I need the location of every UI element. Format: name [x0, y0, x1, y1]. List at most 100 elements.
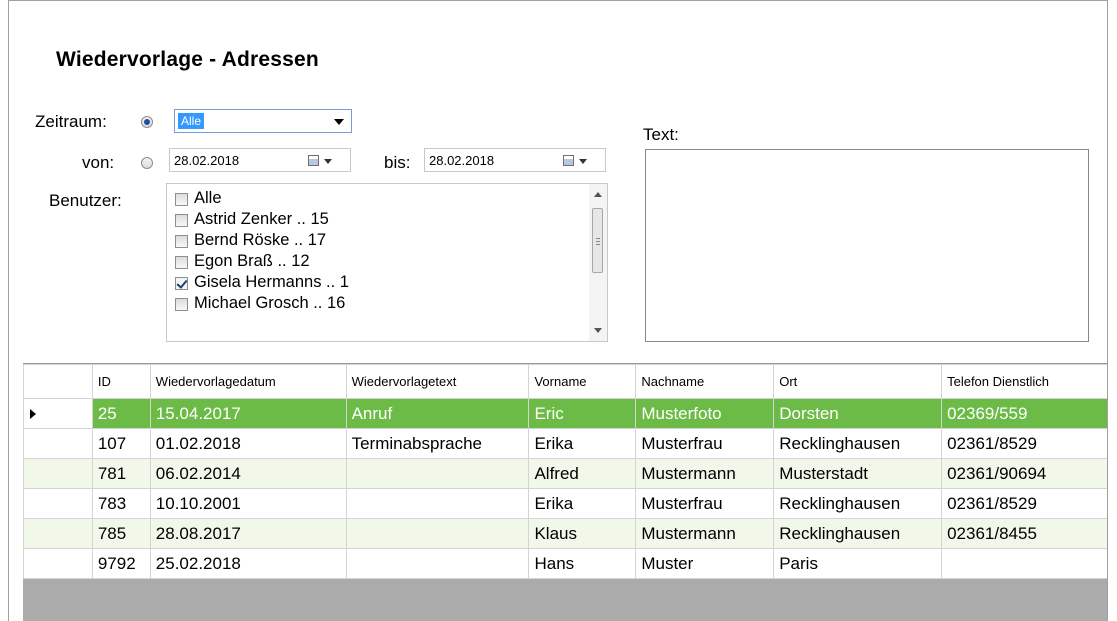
cell-vorname[interactable]: Erika	[528, 428, 637, 459]
column-header-id[interactable]: ID	[91, 364, 151, 399]
cell-vorname[interactable]: Klaus	[528, 518, 637, 549]
cell-telefon[interactable]: 02361/8529	[941, 428, 1107, 459]
cell-ort[interactable]: Recklinghausen	[773, 428, 943, 459]
zeitraum-dropdown[interactable]: Alle	[174, 109, 352, 133]
dropdown-arrow-icon	[324, 159, 332, 164]
cell-telefon[interactable]: 02361/8455	[941, 518, 1107, 549]
row-header[interactable]	[23, 428, 93, 459]
cell-ort[interactable]: Recklinghausen	[773, 488, 943, 519]
cell-id[interactable]: 9792	[91, 548, 151, 579]
cell-nachname[interactable]: Musterfrau	[635, 488, 775, 519]
grip-line	[596, 238, 600, 239]
zeitraum-selected-value: Alle	[178, 113, 205, 129]
table-row[interactable]: 107 01.02.2018 Terminabsprache Erika Mus…	[23, 428, 1107, 459]
user-item-label: Alle	[194, 189, 222, 207]
results-grid[interactable]: ID Wiedervorlagedatum Wiedervorlagetext …	[23, 363, 1107, 621]
von-radio[interactable]	[141, 157, 153, 169]
checkbox-checked[interactable]	[175, 277, 188, 290]
cell-text[interactable]	[345, 458, 530, 489]
cell-vorname[interactable]: Alfred	[528, 458, 637, 489]
table-row[interactable]: 9792 25.02.2018 Hans Muster Paris	[23, 548, 1107, 579]
benutzer-label: Benutzer:	[49, 191, 122, 210]
benutzer-checklist[interactable]: Alle Astrid Zenker .. 15 Bernd Röske .. …	[166, 183, 608, 342]
cell-datum[interactable]: 15.04.2017	[149, 398, 347, 429]
cell-telefon[interactable]: 02361/90694	[941, 458, 1107, 489]
table-row[interactable]: 783 10.10.2001 Erika Musterfrau Reckling…	[23, 488, 1107, 519]
cell-vorname[interactable]: Erika	[528, 488, 637, 519]
cell-nachname[interactable]: Musterfoto	[635, 398, 775, 429]
column-header-datum[interactable]: Wiedervorlagedatum	[149, 364, 347, 399]
window: Wiedervorlage - Adressen Zeitraum: Alle …	[8, 0, 1108, 621]
cell-datum[interactable]: 01.02.2018	[149, 428, 347, 459]
cell-ort[interactable]: Paris	[773, 548, 943, 579]
cell-nachname[interactable]: Mustermann	[635, 458, 775, 489]
cell-telefon[interactable]: 02369/559	[941, 398, 1107, 429]
row-header[interactable]	[23, 548, 93, 579]
text-area[interactable]	[645, 149, 1089, 342]
cell-telefon[interactable]: 02361/8529	[941, 488, 1107, 519]
von-date-value: 28.02.2018	[174, 153, 240, 168]
cell-datum[interactable]: 28.08.2017	[149, 518, 347, 549]
cell-text[interactable]: Terminabsprache	[345, 428, 530, 459]
column-header-text[interactable]: Wiedervorlagetext	[345, 364, 530, 399]
zeitraum-label: Zeitraum:	[35, 112, 107, 131]
cell-nachname[interactable]: Musterfrau	[635, 428, 775, 459]
row-header[interactable]	[23, 458, 93, 489]
bis-label: bis:	[384, 153, 411, 172]
cell-datum[interactable]: 10.10.2001	[149, 488, 347, 519]
von-date-picker[interactable]: 28.02.2018	[169, 148, 351, 172]
table-row-selected[interactable]: 25 15.04.2017 Anruf Eric Musterfoto Dors…	[23, 398, 1107, 429]
cell-vorname[interactable]: Eric	[528, 398, 637, 429]
vertical-scrollbar[interactable]	[589, 184, 607, 341]
cell-id[interactable]: 25	[91, 398, 151, 429]
column-header-ort[interactable]: Ort	[773, 364, 943, 399]
calendar-icon[interactable]	[308, 155, 319, 166]
column-header-vorname[interactable]: Vorname	[528, 364, 637, 399]
cell-datum[interactable]: 25.02.2018	[149, 548, 347, 579]
column-header-nachname[interactable]: Nachname	[635, 364, 775, 399]
table-row[interactable]: 781 06.02.2014 Alfred Mustermann Musters…	[23, 458, 1107, 489]
page-title: Wiedervorlage - Adressen	[56, 48, 319, 71]
checkbox[interactable]	[175, 298, 188, 311]
row-header[interactable]	[23, 398, 93, 429]
cell-id[interactable]: 783	[91, 488, 151, 519]
cell-vorname[interactable]: Hans	[528, 548, 637, 579]
current-row-icon	[30, 408, 36, 419]
cell-text[interactable]: Anruf	[345, 398, 530, 429]
bis-date-picker[interactable]: 28.02.2018	[424, 148, 606, 172]
row-header[interactable]	[23, 488, 93, 519]
column-header-telefon[interactable]: Telefon Dienstlich	[941, 364, 1107, 399]
cell-id[interactable]: 785	[91, 518, 151, 549]
scroll-up-icon[interactable]	[594, 192, 602, 197]
cell-id[interactable]: 107	[91, 428, 151, 459]
cell-text[interactable]	[345, 488, 530, 519]
cell-telefon[interactable]	[941, 548, 1107, 579]
cell-nachname[interactable]: Mustermann	[635, 518, 775, 549]
checkbox[interactable]	[175, 256, 188, 269]
scroll-thumb[interactable]	[592, 208, 603, 273]
cell-text[interactable]	[345, 518, 530, 549]
checkbox[interactable]	[175, 193, 188, 206]
cell-nachname[interactable]: Muster	[635, 548, 775, 579]
dropdown-arrow-icon	[579, 159, 587, 164]
cell-ort[interactable]: Musterstadt	[773, 458, 943, 489]
scroll-down-icon[interactable]	[594, 328, 602, 333]
cell-text[interactable]	[345, 548, 530, 579]
checkbox[interactable]	[175, 235, 188, 248]
cell-datum[interactable]: 06.02.2014	[149, 458, 347, 489]
calendar-icon[interactable]	[563, 155, 574, 166]
cell-id[interactable]: 781	[91, 458, 151, 489]
cell-ort[interactable]: Dorsten	[773, 398, 943, 429]
zeitraum-radio[interactable]	[141, 116, 153, 128]
grip-line	[596, 241, 600, 242]
table-row[interactable]: 785 28.08.2017 Klaus Mustermann Reckling…	[23, 518, 1107, 549]
row-header[interactable]	[23, 518, 93, 549]
bis-date-value: 28.02.2018	[429, 153, 495, 168]
checkbox[interactable]	[175, 214, 188, 227]
user-item-label: Gisela Hermanns .. 1	[194, 273, 349, 291]
cell-ort[interactable]: Recklinghausen	[773, 518, 943, 549]
grip-line	[596, 244, 600, 245]
user-item-label: Bernd Röske .. 17	[194, 231, 327, 249]
chevron-down-icon	[334, 119, 344, 125]
user-item-label: Michael Grosch .. 16	[194, 294, 346, 312]
